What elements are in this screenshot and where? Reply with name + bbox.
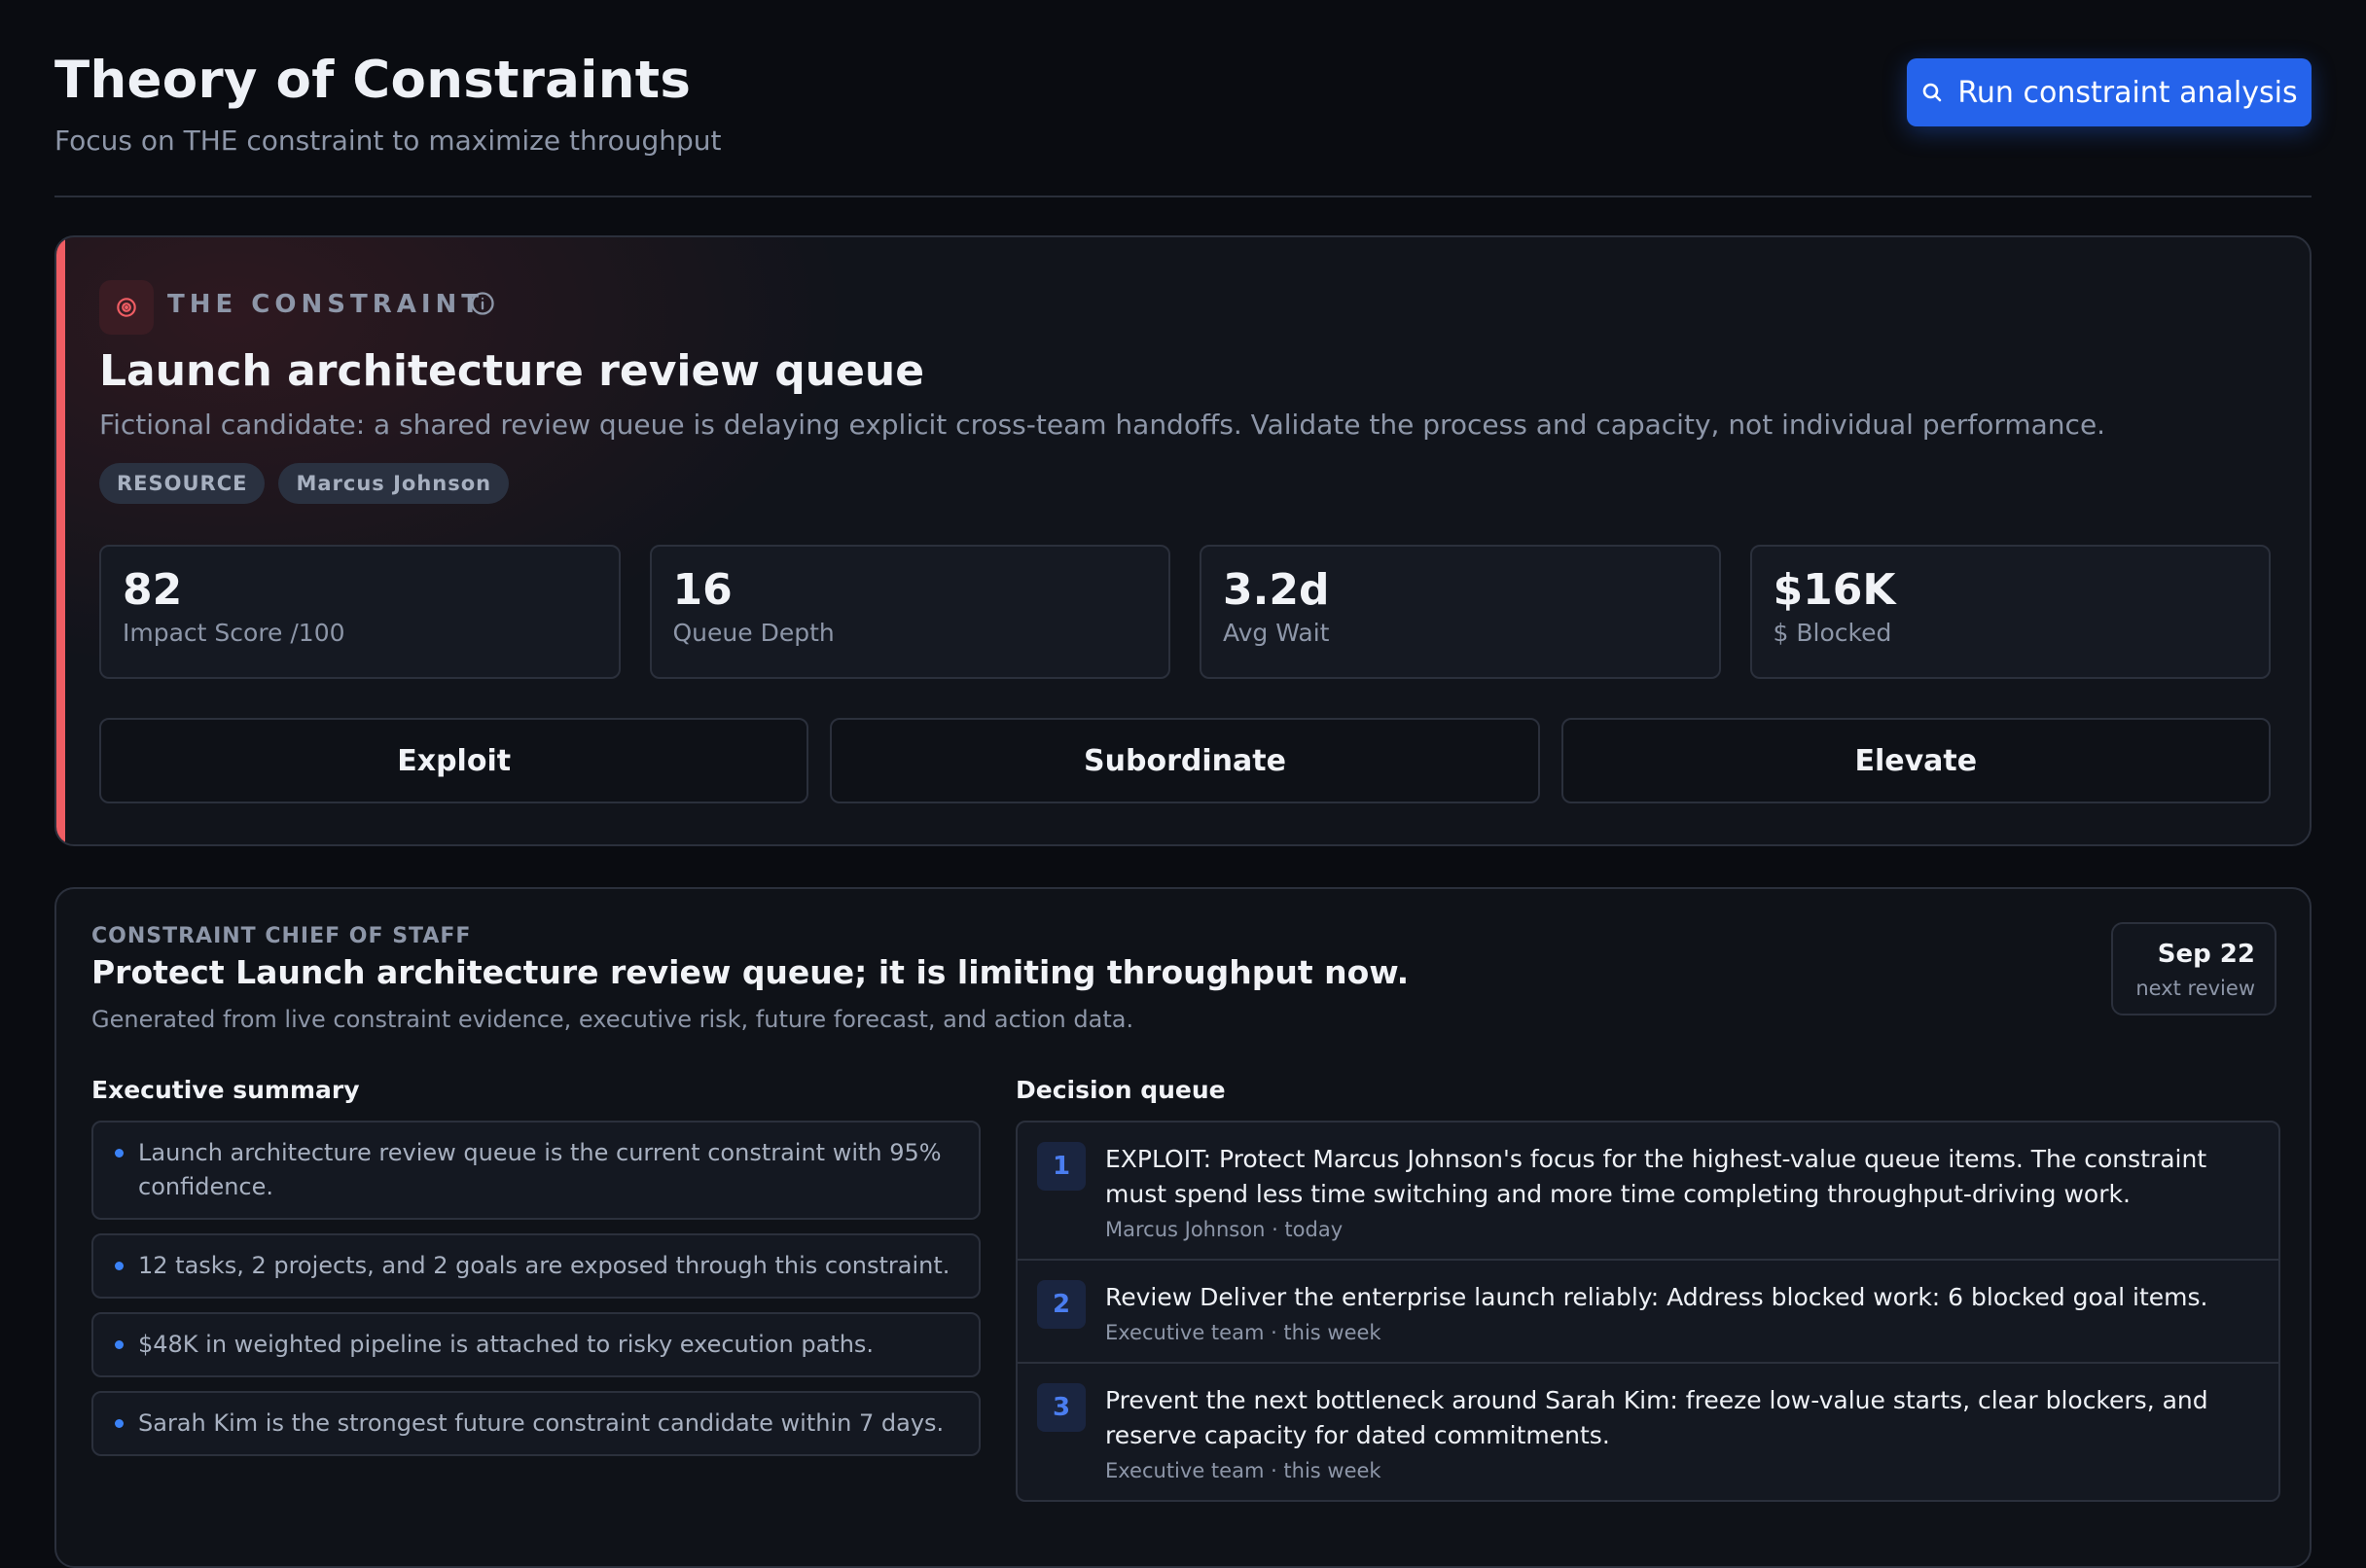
decision-item[interactable]: 2 Review Deliver the enterprise launch r… [1018,1261,2278,1364]
constraint-actions: Exploit Subordinate Elevate [99,718,2271,803]
review-label: next review [2135,977,2255,1000]
decision-text: Prevent the next bottleneck around Sarah… [1105,1386,2208,1449]
summary-text: Sarah Kim is the strongest future constr… [138,1409,945,1437]
decision-text: EXPLOIT: Protect Marcus Johnson's focus … [1105,1145,2207,1208]
constraint-metrics: 82 Impact Score /100 16 Queue Depth 3.2d… [99,545,2271,679]
decision-text: Review Deliver the enterprise launch rel… [1105,1283,2208,1311]
summary-text: 12 tasks, 2 projects, and 2 goals are ex… [138,1252,950,1279]
decision-number: 2 [1037,1280,1086,1329]
summary-text: $48K in weighted pipeline is attached to… [138,1331,875,1358]
run-constraint-analysis-button[interactable]: Run constraint analysis [1907,58,2312,126]
review-date: Sep 22 [2157,940,2255,969]
executive-summary-list: Launch architecture review queue is the … [91,1121,981,1470]
metric-value: 16 [672,565,733,615]
page-header: Theory of Constraints Focus on THE const… [54,0,2312,197]
decision-item[interactable]: 1 EXPLOIT: Protect Marcus Johnson's focu… [1018,1123,2278,1261]
decision-queue-list: 1 EXPLOIT: Protect Marcus Johnson's focu… [1016,1121,2280,1502]
summary-item: Launch architecture review queue is the … [91,1121,981,1220]
decision-meta: Marcus Johnson · today [1105,1218,1344,1241]
subordinate-button[interactable]: Subordinate [830,718,1540,803]
bullet-dot [115,1419,124,1428]
metric-label: Avg Wait [1223,619,1330,648]
info-icon[interactable] [469,290,496,317]
metric-dollars-blocked: $16K $ Blocked [1749,545,2271,679]
summary-item: 12 tasks, 2 projects, and 2 goals are ex… [91,1233,981,1299]
tag-type: RESOURCE [99,463,266,504]
next-review-badge: Sep 22 next review [2111,922,2276,1016]
metric-label: $ Blocked [1773,619,1892,648]
constraint-accent-bar [56,237,65,844]
metric-queue-depth: 16 Queue Depth [649,545,1170,679]
constraint-title: Launch architecture review queue [99,346,925,396]
decision-number: 1 [1037,1142,1086,1191]
metric-value: $16K [1773,565,1896,615]
metric-label: Queue Depth [672,619,835,648]
page-title: Theory of Constraints [54,51,692,110]
summary-text: Launch architecture review queue is the … [138,1139,942,1200]
decision-number: 3 [1037,1383,1086,1432]
exploit-button[interactable]: Exploit [99,718,809,803]
decision-queue-heading: Decision queue [1016,1076,1226,1104]
metric-avg-wait: 3.2d Avg Wait [1200,545,1721,679]
bullet-dot [115,1262,124,1270]
constraint-icon-box [99,280,154,335]
run-button-label: Run constraint analysis [1957,75,2298,110]
bullet-dot [115,1149,124,1158]
metric-impact-score: 82 Impact Score /100 [99,545,621,679]
metric-value: 3.2d [1223,565,1330,615]
cos-title: Protect Launch architecture review queue… [91,953,1410,991]
tag-owner: Marcus Johnson [278,463,510,504]
constraint-tags: RESOURCE Marcus Johnson [99,463,510,504]
executive-summary-heading: Executive summary [91,1076,360,1104]
decision-item[interactable]: 3 Prevent the next bottleneck around Sar… [1018,1364,2278,1500]
elevate-button[interactable]: Elevate [1560,718,2271,803]
chief-of-staff-card: CONSTRAINT CHIEF OF STAFF Protect Launch… [54,887,2312,1568]
bullet-dot [115,1340,124,1349]
page-subtitle: Focus on THE constraint to maximize thro… [54,125,722,157]
metric-label: Impact Score /100 [123,619,345,648]
summary-item: $48K in weighted pipeline is attached to… [91,1312,981,1377]
constraint-eyebrow: THE CONSTRAINT [167,290,484,319]
cos-subtitle: Generated from live constraint evidence,… [91,1006,1134,1033]
constraint-description: Fictional candidate: a shared review que… [99,409,2106,441]
metric-value: 82 [123,565,183,615]
constraint-card: THE CONSTRAINT Launch architecture revie… [54,235,2312,846]
cos-eyebrow: CONSTRAINT CHIEF OF STAFF [91,924,472,948]
target-icon [117,298,136,317]
decision-meta: Executive team · this week [1105,1459,1381,1482]
decision-meta: Executive team · this week [1105,1321,1381,1344]
summary-item: Sarah Kim is the strongest future constr… [91,1391,981,1456]
search-icon [1923,83,1942,102]
